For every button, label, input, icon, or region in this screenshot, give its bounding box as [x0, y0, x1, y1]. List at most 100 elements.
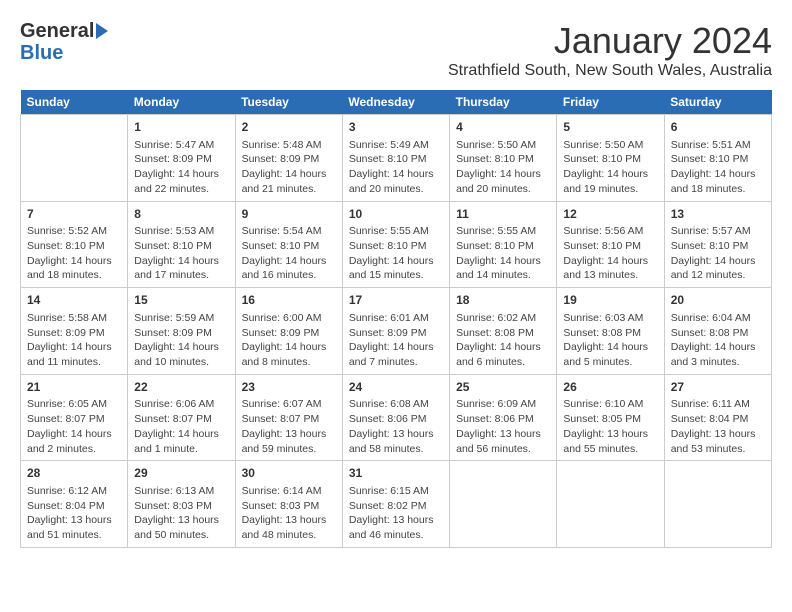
calendar-cell [450, 461, 557, 548]
calendar-cell: 7Sunrise: 5:52 AM Sunset: 8:10 PM Daylig… [21, 201, 128, 288]
calendar-cell: 10Sunrise: 5:55 AM Sunset: 8:10 PM Dayli… [342, 201, 449, 288]
weekday-header-wednesday: Wednesday [342, 90, 449, 115]
day-info: Sunrise: 6:03 AM Sunset: 8:08 PM Dayligh… [563, 311, 657, 370]
weekday-header-thursday: Thursday [450, 90, 557, 115]
day-info: Sunrise: 6:01 AM Sunset: 8:09 PM Dayligh… [349, 311, 443, 370]
calendar-cell: 26Sunrise: 6:10 AM Sunset: 8:05 PM Dayli… [557, 374, 664, 461]
calendar-cell: 8Sunrise: 5:53 AM Sunset: 8:10 PM Daylig… [128, 201, 235, 288]
calendar-cell: 17 Sunrise: 6:01 AM Sunset: 8:09 PM Dayli… [342, 288, 449, 375]
day-info: Sunrise: 5:51 AM Sunset: 8:10 PM Dayligh… [671, 138, 765, 197]
day-info: Sunrise: 6:04 AM Sunset: 8:08 PM Dayligh… [671, 311, 765, 370]
calendar-table: SundayMondayTuesdayWednesdayThursdayFrid… [20, 90, 772, 548]
day-info: Sunrise: 6:10 AM Sunset: 8:05 PM Dayligh… [563, 397, 657, 456]
month-title: January 2024 [448, 20, 772, 62]
day-info: Sunrise: 5:56 AM Sunset: 8:10 PM Dayligh… [563, 224, 657, 283]
day-info: Sunrise: 6:08 AM Sunset: 8:06 PM Dayligh… [349, 397, 443, 456]
day-number: 14 [27, 292, 121, 309]
calendar-cell [557, 461, 664, 548]
calendar-cell: 27Sunrise: 6:11 AM Sunset: 8:04 PM Dayli… [664, 374, 771, 461]
calendar-cell: 12Sunrise: 5:56 AM Sunset: 8:10 PM Dayli… [557, 201, 664, 288]
day-number: 21 [27, 379, 121, 396]
calendar-cell: 21Sunrise: 6:05 AM Sunset: 8:07 PM Dayli… [21, 374, 128, 461]
calendar-week-4: 21Sunrise: 6:05 AM Sunset: 8:07 PM Dayli… [21, 374, 772, 461]
day-info: Sunrise: 5:50 AM Sunset: 8:10 PM Dayligh… [456, 138, 550, 197]
calendar-cell: 4 Sunrise: 5:50 AM Sunset: 8:10 PM Daylig… [450, 115, 557, 202]
day-number: 8 [134, 206, 228, 223]
calendar-cell: 24Sunrise: 6:08 AM Sunset: 8:06 PM Dayli… [342, 374, 449, 461]
location-title: Strathfield South, New South Wales, Aust… [448, 62, 772, 80]
calendar-cell: 18Sunrise: 6:02 AM Sunset: 8:08 PM Dayli… [450, 288, 557, 375]
day-number: 13 [671, 206, 765, 223]
day-number: 29 [134, 465, 228, 482]
calendar-cell: 19 Sunrise: 6:03 AM Sunset: 8:08 PM Dayli… [557, 288, 664, 375]
day-info: Sunrise: 5:54 AM Sunset: 8:10 PM Dayligh… [242, 224, 336, 283]
day-number: 17 [349, 292, 443, 309]
logo-arrow-icon [96, 23, 108, 39]
calendar-cell: 25Sunrise: 6:09 AM Sunset: 8:06 PM Dayli… [450, 374, 557, 461]
logo-blue: Blue [20, 42, 63, 64]
day-number: 27 [671, 379, 765, 396]
day-info: Sunrise: 5:55 AM Sunset: 8:10 PM Dayligh… [456, 224, 550, 283]
calendar-week-5: 28Sunrise: 6:12 AM Sunset: 8:04 PM Dayli… [21, 461, 772, 548]
day-number: 6 [671, 119, 765, 136]
calendar-cell: 9Sunrise: 5:54 AM Sunset: 8:10 PM Daylig… [235, 201, 342, 288]
day-info: Sunrise: 6:05 AM Sunset: 8:07 PM Dayligh… [27, 397, 121, 456]
page-header: General Blue January 2024 Strathfield So… [20, 20, 772, 80]
calendar-cell: 15Sunrise: 5:59 AM Sunset: 8:09 PM Dayli… [128, 288, 235, 375]
day-number: 20 [671, 292, 765, 309]
weekday-header-saturday: Saturday [664, 90, 771, 115]
day-info: Sunrise: 5:49 AM Sunset: 8:10 PM Dayligh… [349, 138, 443, 197]
day-info: Sunrise: 6:09 AM Sunset: 8:06 PM Dayligh… [456, 397, 550, 456]
day-number: 24 [349, 379, 443, 396]
weekday-header-monday: Monday [128, 90, 235, 115]
calendar-cell: 13Sunrise: 5:57 AM Sunset: 8:10 PM Dayli… [664, 201, 771, 288]
calendar-cell: 16 Sunrise: 6:00 AM Sunset: 8:09 PM Dayli… [235, 288, 342, 375]
day-number: 26 [563, 379, 657, 396]
weekday-header-tuesday: Tuesday [235, 90, 342, 115]
day-info: Sunrise: 5:57 AM Sunset: 8:10 PM Dayligh… [671, 224, 765, 283]
calendar-cell: 6 Sunrise: 5:51 AM Sunset: 8:10 PM Daylig… [664, 115, 771, 202]
day-number: 4 [456, 119, 550, 136]
calendar-cell: 28Sunrise: 6:12 AM Sunset: 8:04 PM Dayli… [21, 461, 128, 548]
calendar-week-2: 7Sunrise: 5:52 AM Sunset: 8:10 PM Daylig… [21, 201, 772, 288]
logo: General Blue [20, 20, 108, 64]
day-number: 9 [242, 206, 336, 223]
day-info: Sunrise: 5:53 AM Sunset: 8:10 PM Dayligh… [134, 224, 228, 283]
day-info: Sunrise: 5:47 AM Sunset: 8:09 PM Dayligh… [134, 138, 228, 197]
day-number: 12 [563, 206, 657, 223]
calendar-header-row: SundayMondayTuesdayWednesdayThursdayFrid… [21, 90, 772, 115]
calendar-body: 1Sunrise: 5:47 AM Sunset: 8:09 PM Daylig… [21, 115, 772, 548]
day-info: Sunrise: 6:13 AM Sunset: 8:03 PM Dayligh… [134, 484, 228, 543]
calendar-cell [21, 115, 128, 202]
day-info: Sunrise: 5:55 AM Sunset: 8:10 PM Dayligh… [349, 224, 443, 283]
calendar-cell: 23Sunrise: 6:07 AM Sunset: 8:07 PM Dayli… [235, 374, 342, 461]
day-number: 22 [134, 379, 228, 396]
calendar-cell: 2Sunrise: 5:48 AM Sunset: 8:09 PM Daylig… [235, 115, 342, 202]
day-number: 25 [456, 379, 550, 396]
calendar-cell: 14 Sunrise: 5:58 AM Sunset: 8:09 PM Dayli… [21, 288, 128, 375]
weekday-header-sunday: Sunday [21, 90, 128, 115]
title-section: January 2024 Strathfield South, New Sout… [448, 20, 772, 80]
calendar-week-3: 14 Sunrise: 5:58 AM Sunset: 8:09 PM Dayli… [21, 288, 772, 375]
day-info: Sunrise: 6:12 AM Sunset: 8:04 PM Dayligh… [27, 484, 121, 543]
logo-general: General [20, 20, 94, 42]
day-info: Sunrise: 6:11 AM Sunset: 8:04 PM Dayligh… [671, 397, 765, 456]
day-info: Sunrise: 6:07 AM Sunset: 8:07 PM Dayligh… [242, 397, 336, 456]
calendar-cell: 31Sunrise: 6:15 AM Sunset: 8:02 PM Dayli… [342, 461, 449, 548]
day-number: 5 [563, 119, 657, 136]
weekday-header-friday: Friday [557, 90, 664, 115]
day-info: Sunrise: 6:06 AM Sunset: 8:07 PM Dayligh… [134, 397, 228, 456]
day-number: 10 [349, 206, 443, 223]
day-info: Sunrise: 6:00 AM Sunset: 8:09 PM Dayligh… [242, 311, 336, 370]
day-info: Sunrise: 5:58 AM Sunset: 8:09 PM Dayligh… [27, 311, 121, 370]
day-number: 31 [349, 465, 443, 482]
day-number: 23 [242, 379, 336, 396]
calendar-cell [664, 461, 771, 548]
day-number: 19 [563, 292, 657, 309]
day-number: 16 [242, 292, 336, 309]
day-info: Sunrise: 6:14 AM Sunset: 8:03 PM Dayligh… [242, 484, 336, 543]
calendar-cell: 11Sunrise: 5:55 AM Sunset: 8:10 PM Dayli… [450, 201, 557, 288]
day-number: 15 [134, 292, 228, 309]
day-info: Sunrise: 5:52 AM Sunset: 8:10 PM Dayligh… [27, 224, 121, 283]
day-number: 7 [27, 206, 121, 223]
